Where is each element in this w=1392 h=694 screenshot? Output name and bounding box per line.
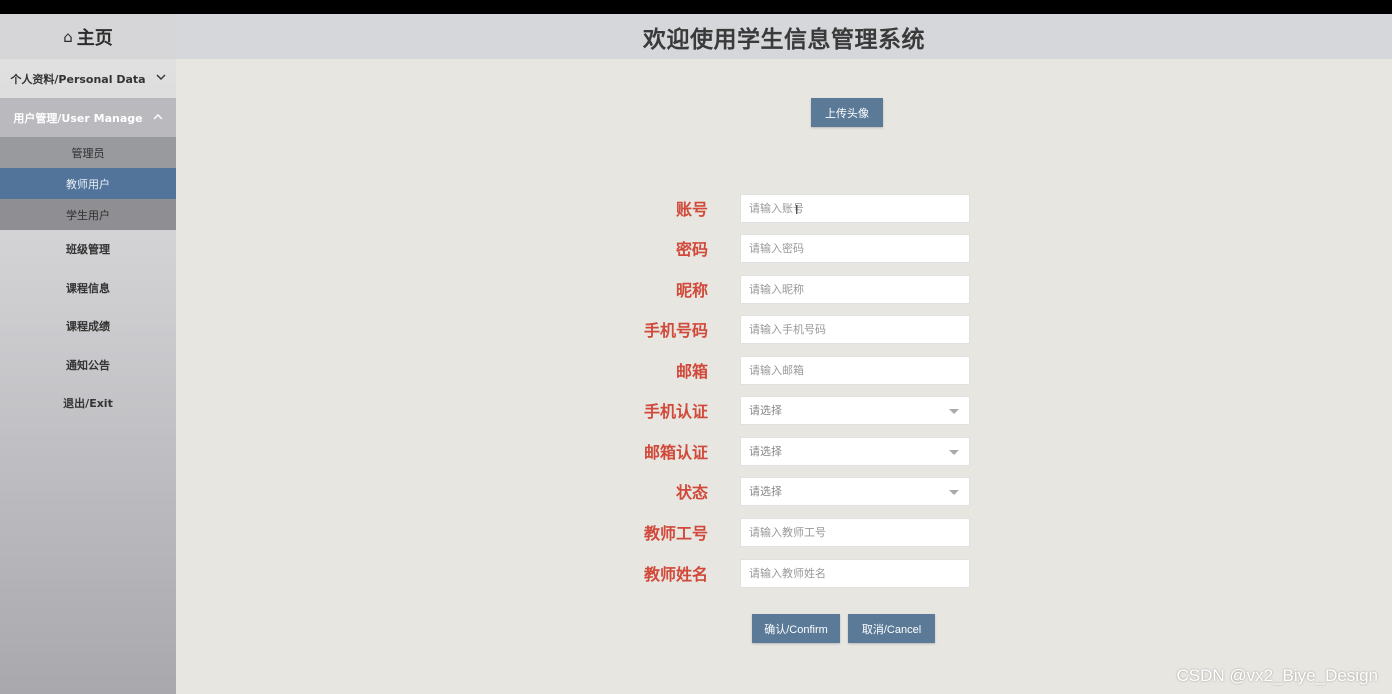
sidebar-item-course-info[interactable]: 课程信息 [0, 269, 176, 308]
form-label: 手机号码 [643, 321, 708, 340]
home-icon: ⌂ [63, 27, 73, 46]
form-label: 状态 [675, 483, 708, 502]
select-placeholder: 请选择 [749, 445, 782, 458]
form-row-phone-verify: 手机认证 请选择 [616, 395, 976, 425]
sidebar-item-class-manage[interactable]: 班级管理 [0, 230, 176, 269]
form-label: 邮箱 [675, 362, 708, 381]
sidebar-item-label: 用户管理/User Manage [13, 111, 143, 125]
sidebar-subitem-admin[interactable]: 管理员 [0, 137, 176, 168]
dropdown-arrow-icon [949, 489, 959, 495]
main-content: 欢迎使用学生信息管理系统 上传头像 账号 I 密码 昵称 手机号码 邮箱 手机认… [176, 14, 1392, 694]
cancel-button[interactable]: 取消/Cancel [848, 614, 935, 643]
sidebar-item-user-manage[interactable]: 用户管理/User Manage [0, 98, 176, 137]
phone-input-wrap [740, 314, 970, 344]
page-title: 欢迎使用学生信息管理系统 [176, 14, 1392, 59]
dropdown-arrow-icon [949, 449, 959, 455]
email-input-wrap [740, 355, 970, 385]
form-label: 密码 [675, 240, 708, 259]
sidebar-item-label: 个人资料/Personal Data [10, 72, 146, 86]
account-input[interactable] [749, 194, 969, 222]
form-label: 邮箱认证 [643, 443, 708, 462]
upload-avatar-button[interactable]: 上传头像 [811, 98, 883, 127]
form-row-email-verify: 邮箱认证 请选择 [616, 436, 976, 466]
password-input[interactable] [749, 234, 969, 262]
form-label: 教师工号 [643, 524, 708, 543]
form-row-password: 密码 [616, 233, 976, 263]
email-input[interactable] [749, 356, 969, 384]
sidebar-item-course-grades[interactable]: 课程成绩 [0, 307, 176, 346]
sidebar-subitem-student-users[interactable]: 学生用户 [0, 199, 176, 230]
phone-verify-select[interactable]: 请选择 [740, 395, 970, 425]
teacher-id-input[interactable] [749, 518, 969, 546]
sidebar-home[interactable]: ⌂ 主页 [0, 14, 176, 59]
sidebar-item-personal-data[interactable]: 个人资料/Personal Data [0, 59, 176, 98]
form-row-phone: 手机号码 [616, 314, 976, 344]
form-row-email: 邮箱 [616, 355, 976, 385]
watermark: CSDN @vx2_Biye_Design [1176, 666, 1378, 685]
form-row-teacher-name: 教师姓名 [616, 558, 976, 588]
nickname-input[interactable] [749, 275, 969, 303]
status-select[interactable]: 请选择 [740, 476, 970, 506]
form-label: 教师姓名 [643, 565, 708, 584]
teacher-id-input-wrap [740, 517, 970, 547]
chevron-down-icon [156, 73, 166, 84]
email-verify-select[interactable]: 请选择 [740, 436, 970, 466]
form-label: 账号 [675, 200, 708, 219]
sidebar: ⌂ 主页 个人资料/Personal Data 用户管理/User Manage… [0, 14, 176, 694]
window-top-bar [0, 0, 1392, 14]
user-manage-submenu: 管理员 教师用户 学生用户 [0, 137, 176, 230]
form-row-status: 状态 请选择 [616, 476, 976, 506]
form-row-teacher-id: 教师工号 [616, 517, 976, 547]
sidebar-item-notices[interactable]: 通知公告 [0, 346, 176, 385]
form-label: 手机认证 [643, 402, 708, 421]
phone-input[interactable] [749, 315, 969, 343]
teacher-name-input[interactable] [749, 559, 969, 587]
sidebar-home-label: 主页 [76, 27, 113, 49]
password-input-wrap [740, 233, 970, 263]
form-row-nickname: 昵称 [616, 274, 976, 304]
confirm-button[interactable]: 确认/Confirm [752, 614, 840, 643]
form-label: 昵称 [675, 281, 708, 300]
sidebar-subitem-teacher-users[interactable]: 教师用户 [0, 168, 176, 199]
select-placeholder: 请选择 [749, 485, 782, 498]
text-cursor-icon: I [795, 202, 799, 217]
dropdown-arrow-icon [949, 408, 959, 414]
form-row-account: 账号 I [616, 193, 976, 223]
teacher-name-input-wrap [740, 558, 970, 588]
select-placeholder: 请选择 [749, 404, 782, 417]
account-input-wrap: I [740, 193, 970, 223]
chevron-up-icon [153, 112, 163, 123]
nickname-input-wrap [740, 274, 970, 304]
sidebar-item-exit[interactable]: 退出/Exit [0, 384, 176, 423]
